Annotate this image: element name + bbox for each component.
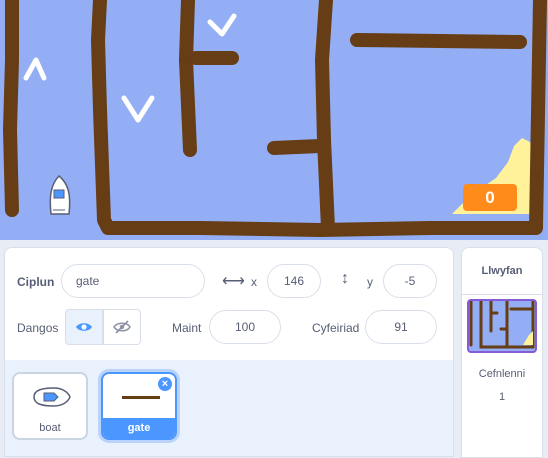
show-sprite-button[interactable] [65, 309, 103, 345]
direction-input[interactable]: 91 [365, 310, 437, 344]
stage-panel-title: Llwyfan [462, 248, 542, 295]
sprite-name-value: gate [76, 274, 100, 288]
stage-canvas[interactable]: 0 [0, 0, 548, 240]
backdrops-label: Cefnlenni [478, 368, 526, 380]
backdrops-count: 1 [498, 391, 506, 403]
score-value: 0 [485, 187, 495, 207]
x-label: x [251, 275, 257, 289]
boat-sprite [49, 174, 71, 215]
maze-walls [3, 0, 547, 237]
direction-label: Cyfeiriad [312, 321, 360, 335]
stage-thumbnail[interactable] [467, 299, 537, 353]
backdrop-thumbnail-icon [469, 301, 535, 349]
show-label: Dangos [17, 321, 59, 335]
sprite-tile-gate[interactable]: × gate [101, 372, 177, 440]
eye-icon [76, 323, 92, 331]
gate-thumbnail-icon [122, 396, 160, 399]
wave-marks [23, 13, 237, 123]
left-right-arrow-icon: ⟷ [222, 273, 245, 290]
up-down-arrow-icon: ↕ [341, 270, 349, 287]
sprite-name-label: Ciplun [17, 275, 55, 289]
sprite-name-input[interactable]: gate [61, 264, 205, 298]
stage-selector-panel[interactable]: Llwyfan Cefnlenni 1 [461, 247, 543, 458]
x-position-input[interactable]: 146 [267, 264, 321, 298]
size-label: Maint [172, 321, 202, 335]
close-icon: × [161, 378, 169, 390]
y-label: y [367, 275, 373, 289]
sprite-tile-label: boat [39, 422, 61, 434]
eye-slash-icon [113, 320, 131, 334]
size-input[interactable]: 100 [209, 310, 281, 344]
score-display: 0 [463, 184, 517, 211]
y-position-value: -5 [404, 274, 416, 288]
size-value: 100 [234, 320, 256, 334]
y-position-input[interactable]: -5 [383, 264, 437, 298]
x-position-value: 146 [283, 274, 305, 288]
delete-sprite-button[interactable]: × [158, 377, 172, 391]
boat-thumbnail-icon [33, 387, 71, 407]
hide-sprite-button[interactable] [103, 309, 141, 345]
sprite-tile-boat[interactable]: boat [12, 372, 88, 440]
sprite-tile-label: gate [103, 418, 175, 438]
direction-value: 91 [394, 320, 408, 334]
